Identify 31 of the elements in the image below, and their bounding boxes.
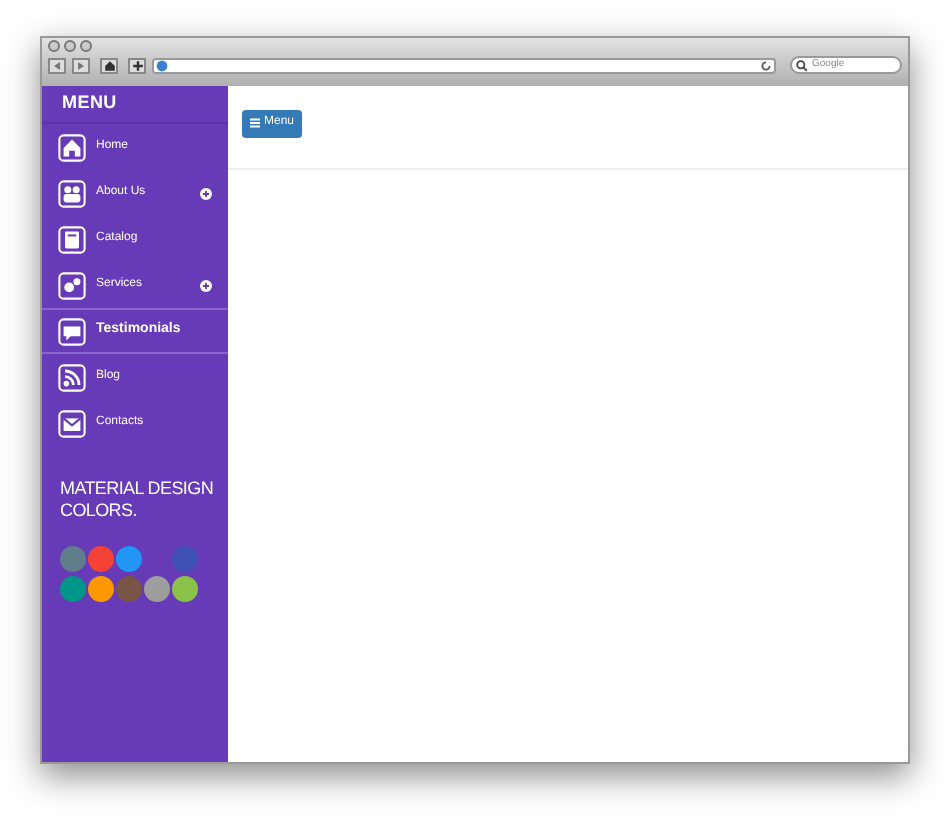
color-swatch[interactable] xyxy=(88,576,114,602)
color-swatch[interactable] xyxy=(172,546,198,572)
color-swatch[interactable] xyxy=(60,576,86,602)
globe-icon xyxy=(156,59,168,71)
plus-circle-icon xyxy=(200,187,212,199)
color-swatch[interactable] xyxy=(116,546,142,572)
color-swatch[interactable] xyxy=(60,546,86,572)
search-icon xyxy=(796,59,808,71)
back-arrow-icon xyxy=(54,61,60,69)
gears-icon xyxy=(58,271,86,299)
plus-icon xyxy=(131,59,143,71)
book-icon xyxy=(58,225,86,253)
add-button[interactable] xyxy=(128,57,146,73)
chat-icon xyxy=(58,317,86,345)
reload-icon xyxy=(760,59,772,71)
people-icon xyxy=(58,179,86,207)
home-icon xyxy=(103,59,115,71)
colors-title: MATERIAL DESIGN COLORS. xyxy=(58,478,216,522)
mail-icon xyxy=(58,409,86,437)
color-swatch[interactable] xyxy=(172,576,198,602)
color-swatch[interactable] xyxy=(88,546,114,572)
forward-button[interactable] xyxy=(72,57,90,73)
plus-circle-icon xyxy=(200,279,212,291)
back-button[interactable] xyxy=(48,57,66,73)
home-button[interactable] xyxy=(100,57,118,73)
forward-arrow-icon xyxy=(78,61,84,69)
color-swatch[interactable] xyxy=(116,576,142,602)
menu-icon xyxy=(250,118,260,128)
home-icon xyxy=(58,133,86,161)
color-swatch[interactable] xyxy=(144,576,170,602)
rss-icon xyxy=(58,363,86,391)
